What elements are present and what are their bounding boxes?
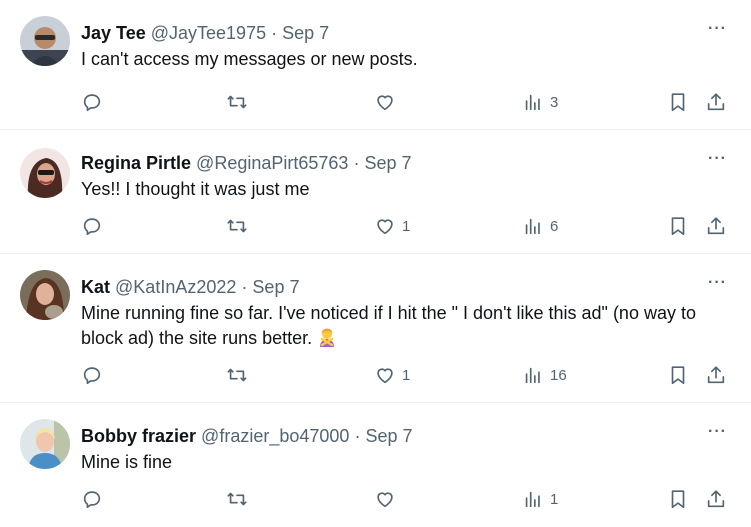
avatar[interactable] <box>20 148 70 198</box>
tweet[interactable]: Kat @KatInAz2022 · Sep 7 ··· Mine runnin… <box>0 254 751 403</box>
reply-icon <box>83 218 101 236</box>
heart-icon <box>377 219 393 235</box>
like-count: 1 <box>402 366 411 384</box>
share-icon <box>707 366 725 384</box>
like-button[interactable]: 1 <box>374 361 410 389</box>
share-button[interactable] <box>705 485 727 513</box>
reply-icon <box>83 491 101 509</box>
like-button[interactable] <box>374 88 402 116</box>
display-name[interactable]: Jay Tee <box>81 23 146 43</box>
views-icon <box>525 218 540 235</box>
retweet-button[interactable] <box>226 88 248 116</box>
share-icon <box>707 490 725 508</box>
more-options-icon[interactable]: ··· <box>708 423 727 441</box>
views-icon <box>525 491 540 508</box>
bookmark-button[interactable] <box>667 361 689 389</box>
views-icon <box>525 367 540 384</box>
tweet-header: Bobby frazier @frazier_bo47000 · Sep 7 <box>81 424 413 448</box>
like-button[interactable] <box>374 485 402 513</box>
views-count: 1 <box>550 490 559 508</box>
avatar[interactable] <box>20 16 70 66</box>
views-button[interactable]: 16 <box>522 361 567 389</box>
bookmark-button[interactable] <box>667 88 689 116</box>
views-button[interactable]: 3 <box>522 88 558 116</box>
separator: · <box>271 23 278 43</box>
timestamp[interactable]: Sep 7 <box>365 426 412 446</box>
retweet-icon <box>227 95 247 109</box>
tweet[interactable]: Jay Tee @JayTee1975 · Sep 7 ··· I can't … <box>0 0 751 130</box>
views-icon <box>525 94 540 111</box>
user-handle[interactable]: @JayTee1975 <box>151 23 266 43</box>
tweet-text: Mine running fine so far. I've noticed i… <box>81 301 731 351</box>
retweet-button[interactable] <box>226 212 248 240</box>
tweet-header: Regina Pirtle @ReginaPirt65763 · Sep 7 <box>81 151 412 175</box>
retweet-icon <box>227 219 247 233</box>
views-count: 16 <box>550 366 567 384</box>
separator: · <box>354 426 361 446</box>
reply-button[interactable] <box>81 212 103 240</box>
bookmark-icon <box>671 93 685 112</box>
tweet-header: Kat @KatInAz2022 · Sep 7 <box>81 275 299 299</box>
retweet-icon <box>227 492 247 506</box>
retweet-icon <box>227 368 247 382</box>
reply-button[interactable] <box>81 88 103 116</box>
reply-button[interactable] <box>81 361 103 389</box>
more-options-icon[interactable]: ··· <box>708 274 727 292</box>
heart-icon <box>377 492 393 508</box>
retweet-button[interactable] <box>226 485 248 513</box>
reply-icon <box>83 94 101 112</box>
like-button[interactable]: 1 <box>374 212 410 240</box>
timestamp[interactable]: Sep 7 <box>282 23 329 43</box>
bookmark-icon <box>671 217 685 236</box>
share-icon <box>707 217 725 235</box>
views-count: 3 <box>550 93 559 111</box>
reply-icon <box>83 367 101 385</box>
display-name[interactable]: Regina Pirtle <box>81 153 191 173</box>
bookmark-button[interactable] <box>667 485 689 513</box>
tweet-text: I can't access my messages or new posts. <box>81 49 418 69</box>
action-bar: 1 6 <box>81 212 731 240</box>
user-handle[interactable]: @KatInAz2022 <box>115 277 236 297</box>
avatar[interactable] <box>20 419 70 469</box>
tweet[interactable]: Bobby frazier @frazier_bo47000 · Sep 7 ·… <box>0 403 751 527</box>
tweet-text: Yes!! I thought it was just me <box>81 179 310 199</box>
like-count: 1 <box>402 217 411 235</box>
display-name[interactable]: Bobby frazier <box>81 426 196 446</box>
bookmark-button[interactable] <box>667 212 689 240</box>
reply-feed: Jay Tee @JayTee1975 · Sep 7 ··· I can't … <box>0 0 751 527</box>
action-bar: 3 <box>81 88 731 116</box>
more-options-icon[interactable]: ··· <box>708 150 727 168</box>
reply-button[interactable] <box>81 485 103 513</box>
heart-icon <box>377 95 393 111</box>
user-handle[interactable]: @ReginaPirt65763 <box>196 153 348 173</box>
separator: · <box>353 153 360 173</box>
share-button[interactable] <box>705 361 727 389</box>
views-button[interactable]: 6 <box>522 212 558 240</box>
display-name[interactable]: Kat <box>81 277 110 297</box>
retweet-button[interactable] <box>226 361 248 389</box>
user-handle[interactable]: @frazier_bo47000 <box>201 426 349 446</box>
action-bar: 1 <box>81 485 731 513</box>
timestamp[interactable]: Sep 7 <box>252 277 299 297</box>
tweet-header: Jay Tee @JayTee1975 · Sep 7 <box>81 21 329 45</box>
views-count: 6 <box>550 217 559 235</box>
share-button[interactable] <box>705 88 727 116</box>
share-button[interactable] <box>705 212 727 240</box>
tweet-text-body: Mine running fine so far. I've noticed i… <box>81 303 696 348</box>
bookmark-icon <box>671 490 685 509</box>
bookmark-icon <box>671 366 685 385</box>
more-options-icon[interactable]: ··· <box>708 20 727 38</box>
avatar[interactable] <box>20 270 70 320</box>
heart-icon <box>377 368 393 384</box>
separator: · <box>241 277 248 297</box>
share-icon <box>707 93 725 111</box>
person-gesturing-no-emoji <box>317 327 337 347</box>
action-bar: 1 16 <box>81 361 731 389</box>
timestamp[interactable]: Sep 7 <box>364 153 411 173</box>
tweet[interactable]: Regina Pirtle @ReginaPirt65763 · Sep 7 ·… <box>0 130 751 254</box>
tweet-text: Mine is fine <box>81 452 173 472</box>
views-button[interactable]: 1 <box>522 485 558 513</box>
